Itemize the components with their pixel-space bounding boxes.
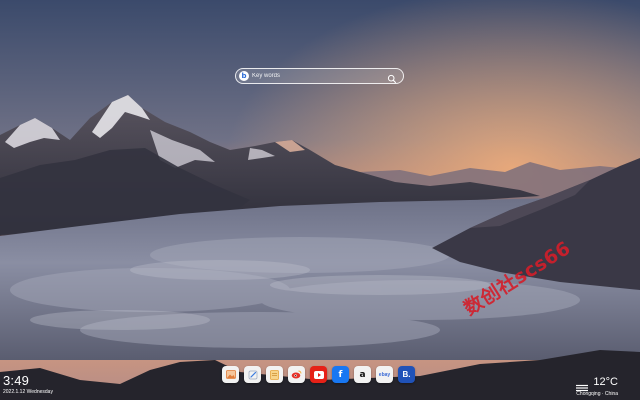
bing-app[interactable]: B. [398, 366, 415, 383]
wallpaper [0, 0, 640, 400]
clock-widget: 3:49 2022.1.12 Wednesday [3, 374, 53, 395]
b-icon: B. [402, 370, 411, 379]
ebay-app[interactable]: ebay [376, 366, 393, 383]
weibo-icon [291, 370, 302, 379]
image-icon [225, 370, 236, 379]
app-dock: f a ebay B. [222, 366, 415, 383]
ebay-icon: ebay [378, 371, 391, 378]
search-icon[interactable] [387, 71, 397, 84]
photos-app[interactable] [222, 366, 239, 383]
search-engine-icon[interactable]: b [239, 71, 249, 81]
search-input[interactable] [252, 73, 387, 79]
clock-time: 3:49 [3, 373, 30, 388]
weibo-app[interactable] [288, 366, 305, 383]
amazon-app[interactable]: a [354, 366, 371, 383]
clock-date: 2022.1.12 Wednesday [3, 389, 53, 395]
note-icon [270, 369, 279, 380]
pen-app[interactable] [244, 366, 261, 383]
play-icon [313, 370, 324, 379]
search-bar[interactable]: b [235, 68, 404, 84]
fog-icon [575, 379, 589, 391]
notes-app[interactable] [266, 366, 283, 383]
facebook-icon: f [338, 369, 343, 380]
weather-location: Chongqing · China [576, 391, 618, 397]
facebook-app[interactable]: f [332, 366, 349, 383]
weather-widget[interactable]: 12°C Chongqing · China [575, 376, 618, 398]
weather-temperature: 12°C [593, 376, 618, 388]
amazon-icon: a [359, 369, 366, 380]
youtube-app[interactable] [310, 366, 327, 383]
pen-icon [248, 370, 258, 380]
